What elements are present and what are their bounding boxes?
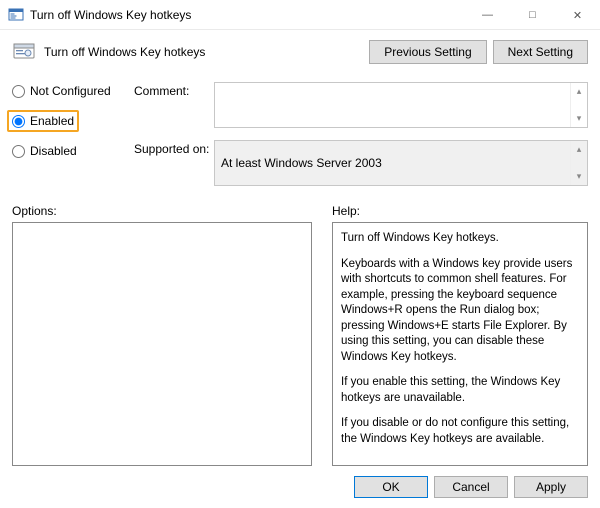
ok-button[interactable]: OK [354,476,428,498]
help-text-title: Turn off Windows Key hotkeys. [341,231,579,247]
window-controls: — □ ✕ [465,0,600,29]
help-text-disable: If you disable or do not configure this … [341,416,579,447]
scroll-up-icon[interactable]: ▴ [571,83,587,100]
fields-column: Comment: ▴ ▾ Supported on: At least Wind… [134,82,588,198]
maximize-button[interactable]: □ [510,0,555,30]
content: Turn off Windows Key hotkeys Previous Se… [0,30,600,500]
minimize-button[interactable]: — [465,0,510,30]
options-label: Options: [12,204,312,218]
header-row: Turn off Windows Key hotkeys Previous Se… [12,40,588,64]
options-panel [12,222,312,466]
window-title: Turn off Windows Key hotkeys [30,8,465,22]
next-setting-button[interactable]: Next Setting [493,40,588,64]
supported-label: Supported on: [134,140,214,156]
comment-row: Comment: ▴ ▾ [134,82,588,128]
lower-area: Options: Help: Turn off Windows Key hotk… [12,204,588,466]
app-icon [8,7,24,23]
radio-not-configured-input[interactable] [12,85,25,98]
supported-scrollbar[interactable]: ▴ ▾ [570,141,587,185]
help-text-body: Keyboards with a Windows key provide use… [341,257,579,366]
radio-not-configured[interactable]: Not Configured [12,84,122,98]
help-column: Help: Turn off Windows Key hotkeys. Keyb… [332,204,588,466]
radio-disabled-input[interactable] [12,145,25,158]
close-button[interactable]: ✕ [555,0,600,30]
supported-value: At least Windows Server 2003 [221,156,382,170]
help-label: Help: [332,204,588,218]
radio-disabled-label: Disabled [30,144,77,158]
scroll-up-icon[interactable]: ▴ [571,141,587,158]
scroll-down-icon[interactable]: ▾ [571,110,587,127]
titlebar: Turn off Windows Key hotkeys — □ ✕ [0,0,600,30]
options-column: Options: [12,204,312,466]
apply-button[interactable]: Apply [514,476,588,498]
radio-enabled[interactable]: Enabled [7,110,79,132]
radio-column: Not Configured Enabled Disabled [12,82,122,198]
scroll-down-icon[interactable]: ▾ [571,168,587,185]
cancel-button[interactable]: Cancel [434,476,508,498]
radio-enabled-label: Enabled [30,114,74,128]
radio-disabled[interactable]: Disabled [12,144,122,158]
radio-not-configured-label: Not Configured [30,84,111,98]
config-area: Not Configured Enabled Disabled Comment:… [12,82,588,198]
policy-icon [12,40,36,64]
help-panel: Turn off Windows Key hotkeys. Keyboards … [332,222,588,466]
header-title: Turn off Windows Key hotkeys [44,45,363,59]
comment-label: Comment: [134,82,214,98]
previous-setting-button[interactable]: Previous Setting [369,40,486,64]
help-text-enable: If you enable this setting, the Windows … [341,375,579,406]
supported-row: Supported on: At least Windows Server 20… [134,140,588,186]
comment-input[interactable]: ▴ ▾ [214,82,588,128]
radio-enabled-input[interactable] [12,115,25,128]
comment-scrollbar[interactable]: ▴ ▾ [570,83,587,127]
bottom-bar: OK Cancel Apply [12,466,588,508]
supported-box: At least Windows Server 2003 ▴ ▾ [214,140,588,186]
